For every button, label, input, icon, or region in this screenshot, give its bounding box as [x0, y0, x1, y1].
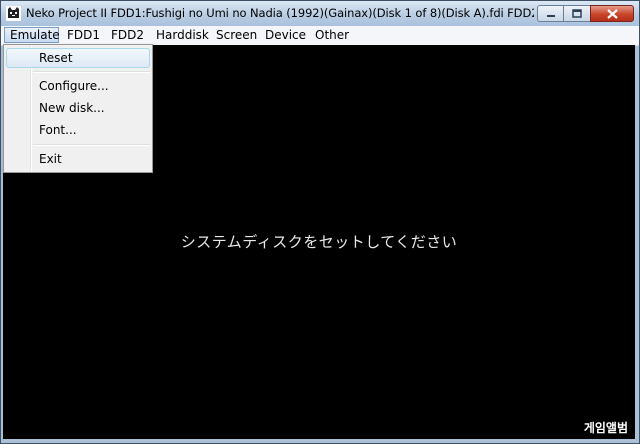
- window-controls: [537, 5, 634, 23]
- menu-screen[interactable]: Screen: [211, 27, 262, 43]
- menu-bar: Emulate FDD1 FDD2 Harddisk Screen Device…: [1, 26, 639, 46]
- maximize-button[interactable]: [564, 5, 590, 22]
- menu-fdd1[interactable]: FDD1: [62, 27, 105, 43]
- insert-system-disk-message: システムディスクをセットしてください: [180, 233, 458, 251]
- close-button[interactable]: [590, 5, 634, 22]
- title-bar[interactable]: Neko Project II FDD1:Fushigi no Umi no N…: [1, 1, 639, 26]
- menu-item-new-disk[interactable]: New disk...: [6, 98, 150, 118]
- menu-item-configure[interactable]: Configure...: [6, 76, 150, 96]
- menu-item-font[interactable]: Font...: [6, 120, 150, 140]
- close-icon: [606, 8, 618, 19]
- emulate-dropdown-menu: Reset Configure... New disk... Font... E…: [3, 44, 153, 173]
- neko-cat-icon[interactable]: [6, 6, 21, 21]
- menu-emulate[interactable]: Emulate: [4, 27, 60, 43]
- menu-device[interactable]: Device: [260, 27, 311, 43]
- menu-separator: [33, 71, 150, 73]
- menu-harddisk[interactable]: Harddisk: [151, 27, 214, 43]
- menu-item-exit[interactable]: Exit: [6, 149, 150, 169]
- menu-fdd2[interactable]: FDD2: [106, 27, 149, 43]
- minimize-icon: [546, 14, 555, 17]
- menu-separator: [33, 144, 150, 146]
- menu-other[interactable]: Other: [310, 27, 354, 43]
- window-title: Neko Project II FDD1:Fushigi no Umi no N…: [26, 6, 534, 20]
- maximize-icon: [572, 9, 582, 18]
- menu-item-reset[interactable]: Reset: [6, 48, 150, 68]
- watermark-logo: 게임앨범: [583, 421, 628, 435]
- minimize-button[interactable]: [537, 5, 564, 22]
